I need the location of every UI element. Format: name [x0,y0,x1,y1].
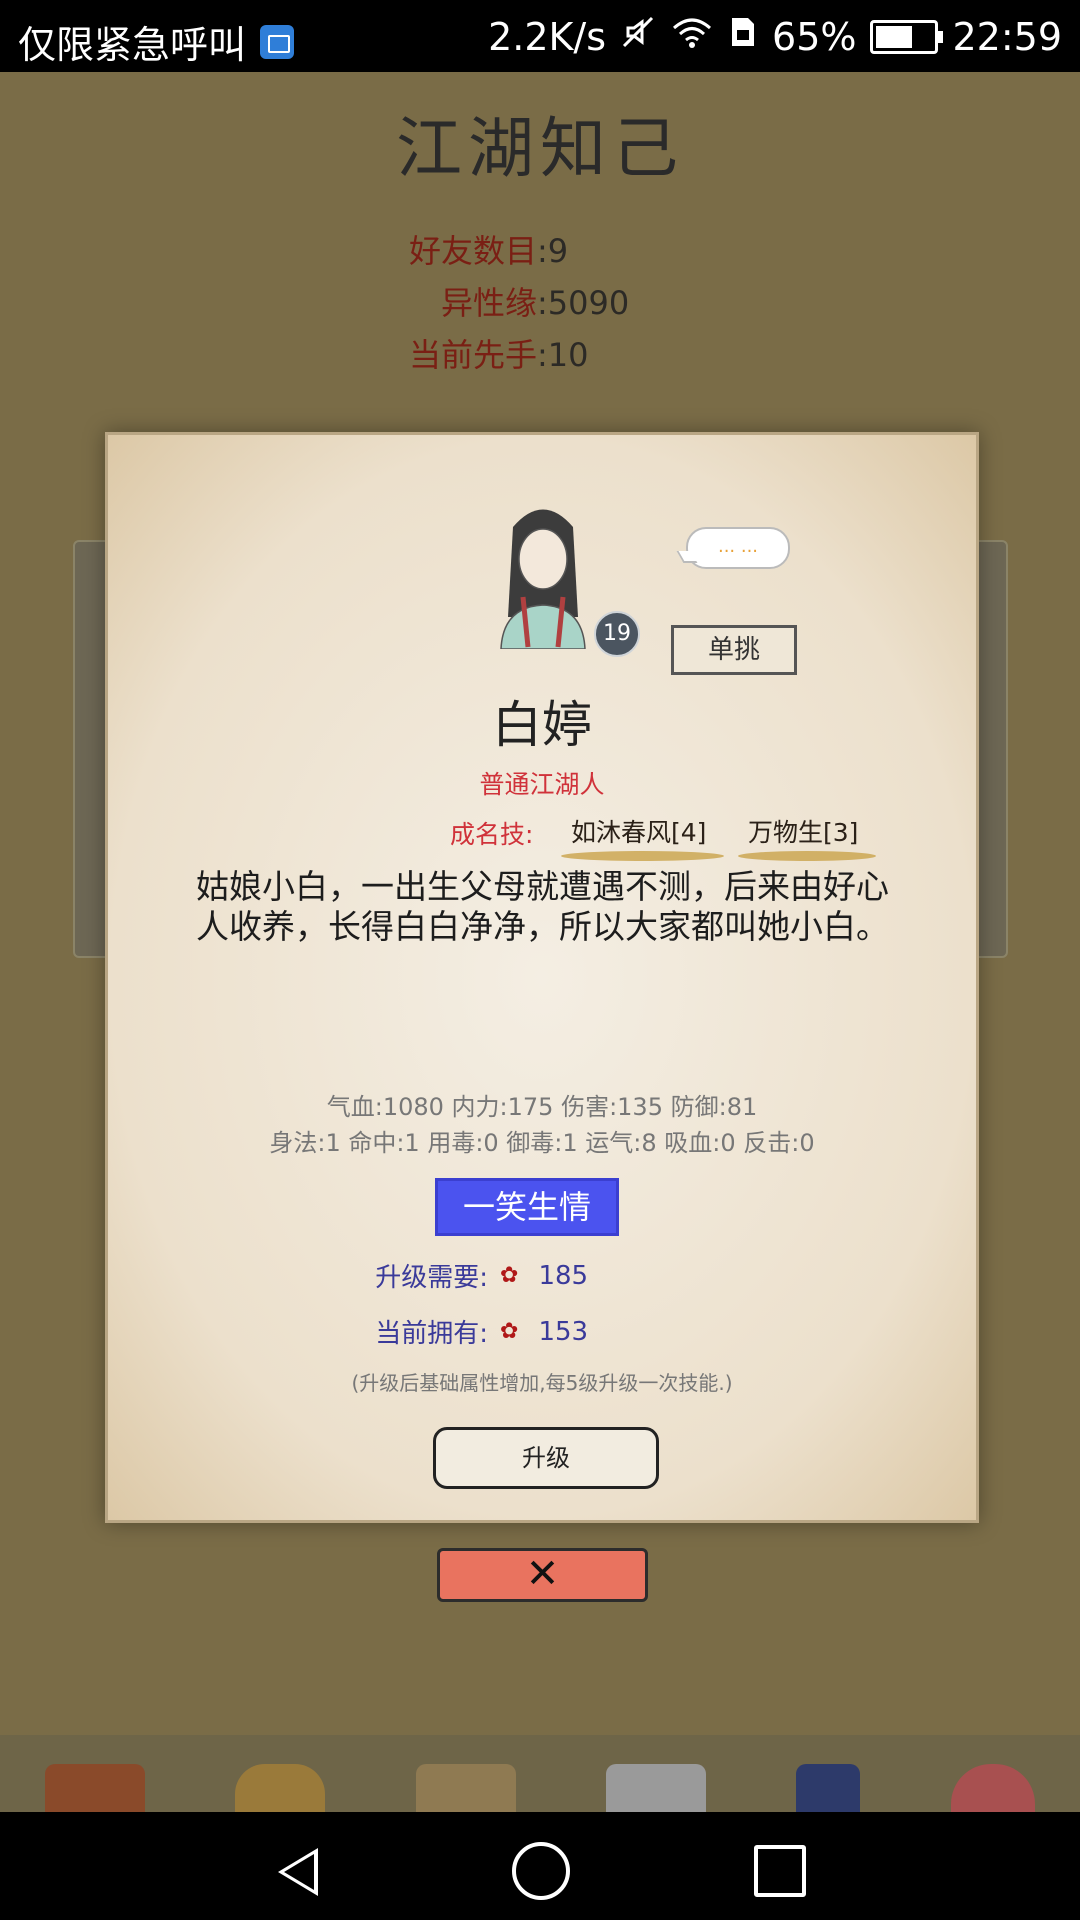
upgrade-need-value: 185 [538,1260,589,1291]
owned-value: 153 [538,1316,589,1347]
special-skill-button[interactable]: 一笑生情 [435,1178,619,1236]
armor-icon[interactable] [235,1764,326,1812]
back-icon[interactable] [278,1848,318,1896]
upgrade-note: (升级后基础属性增加,每5级升级一次技能.) [351,1371,733,1395]
speech-bubble[interactable]: ... ... [686,527,790,569]
owned-label: 当前拥有: [375,1319,488,1349]
recent-apps-icon[interactable] [754,1845,806,1897]
battery-icon [870,19,944,54]
character-description: 姑娘小白，一出生父母就遭遇不测，后来由好心人收养，长得白白净净，所以大家都叫她小… [196,867,889,946]
battery-percent: 65% [772,14,857,59]
skill-item[interactable]: 万物生[3] [738,813,877,861]
mute-icon [620,14,656,59]
close-icon: ✕ [525,1551,560,1597]
duel-button[interactable]: 单挑 [671,625,797,675]
friend-stats: 好友数目:9 异性缘:5090 当前先手:10 [395,225,629,381]
stat-value: :5090 [537,284,630,322]
skill-underline [561,851,725,861]
book-icon[interactable] [796,1764,861,1812]
system-nav-bar [0,1812,1080,1920]
crossed-swords-icon[interactable] [606,1764,707,1812]
carrier-text: 仅限紧急呼叫 [18,23,247,67]
stat-initiative: 当前先手:10 [395,329,629,381]
bottom-nav [0,1735,1080,1812]
level-badge: 19 [594,611,640,657]
stat-friend-count: 好友数目:9 [395,225,629,277]
attributes-main: 气血:1080 内力:175 伤害:135 防御:81 [326,1093,758,1121]
network-speed: 2.2K/s [488,14,607,59]
rose-icon: ✿ [500,1319,519,1344]
character-portrait [483,497,603,650]
home-icon[interactable] [512,1842,570,1900]
page-title: 江湖知己 [396,110,684,187]
skill-name: 如沐春风[4] [571,818,707,847]
stat-charm: 异性缘:5090 [395,277,629,329]
stat-value: :9 [537,232,569,270]
friends-icon[interactable] [950,1764,1035,1812]
rose-icon: ✿ [500,1263,519,1288]
stat-value: :10 [537,336,589,374]
skills-label: 成名技: [450,820,534,849]
stat-label: 好友数目 [408,232,537,270]
stat-label: 异性缘 [440,284,537,322]
map-scroll-icon[interactable] [415,1764,516,1812]
clock: 22:59 [952,14,1062,59]
close-button[interactable]: ✕ [437,1548,648,1602]
skill-item[interactable]: 如沐春风[4] [561,813,725,861]
sim-icon [728,14,758,59]
upgrade-need-label: 升级需要: [375,1263,488,1293]
character-name: 白婷 [492,696,592,754]
stat-label: 当前先手 [408,336,537,374]
image-notification-icon [260,24,295,59]
character-popup: 19 ... ... 单挑 白婷 普通江湖人 成名技: 如沐春风[4] 万物生[… [105,432,979,1523]
upgrade-button[interactable]: 升级 [433,1427,659,1489]
wifi-icon [670,14,714,59]
upgrade-cost-row: 升级需要: ✿ 185 [368,1257,588,1294]
skill-underline [738,851,877,861]
status-bar: 仅限紧急呼叫 2.2K/s 65% 22:59 [0,0,1080,72]
character-rank: 普通江湖人 [479,770,605,799]
owned-row: 当前拥有: ✿ 153 [368,1313,588,1350]
house-icon[interactable] [45,1764,146,1812]
skill-name: 万物生[3] [748,818,859,847]
attributes-secondary: 身法:1 命中:1 用毒:0 御毒:1 运气:8 吸血:0 反击:0 [269,1129,815,1157]
